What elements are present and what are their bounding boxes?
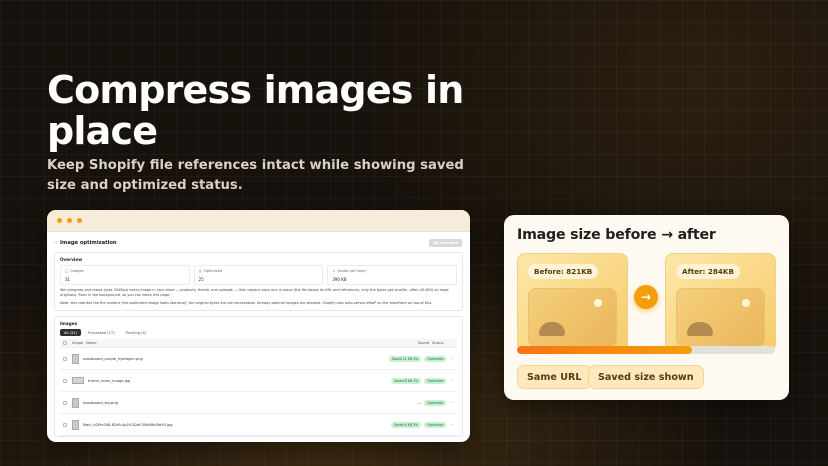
overview-card: Overview ▢ Images 31 ◎ Optimized 25 ↓ Saved… bbox=[54, 252, 463, 311]
column-image: Image bbox=[72, 341, 84, 345]
row-checkbox[interactable] bbox=[63, 356, 67, 361]
more-icon[interactable]: ⋯ bbox=[450, 401, 454, 405]
saved-value: — bbox=[417, 400, 422, 405]
status-badge: Optimized bbox=[424, 421, 447, 428]
row-checkbox[interactable] bbox=[63, 422, 67, 427]
size-progress-bar bbox=[517, 346, 775, 354]
overview-heading: Overview bbox=[60, 257, 83, 262]
thumbnail-icon bbox=[72, 419, 79, 430]
image-tabs: All (31) Processed (27) Pending (4) bbox=[60, 329, 457, 336]
file-name: frame_cover_image.jpg bbox=[88, 378, 131, 383]
before-label: Before: 821KB bbox=[528, 264, 599, 279]
page-header: ‹ Image optimization All unlocked bbox=[54, 236, 463, 252]
tab-pending[interactable]: Pending (4) bbox=[122, 329, 151, 336]
stat-label: Images bbox=[70, 269, 84, 273]
table-row[interactable]: snowboard_sky.png — Optimized ⋯ bbox=[60, 392, 457, 414]
hero-title: Compress images in place bbox=[47, 68, 464, 153]
sun-shape bbox=[742, 299, 750, 307]
saved-percent: 4% bbox=[413, 356, 419, 361]
images-heading: Images bbox=[60, 321, 78, 326]
overview-note: We compress and resize (max 2048px) ever… bbox=[60, 288, 449, 297]
row-checkbox[interactable] bbox=[63, 378, 67, 383]
saved-badge: Saved 8 KB 3% bbox=[390, 377, 422, 384]
saved-percent: 3% bbox=[413, 422, 419, 427]
before-image: Before: 821KB bbox=[517, 253, 628, 352]
tab-all[interactable]: All (31) bbox=[60, 329, 81, 336]
stat-saved: ↓ Saved (all time) 390 KB bbox=[327, 265, 458, 285]
app-content: ‹ Image optimization All unlocked Overvi… bbox=[47, 232, 470, 442]
window-titlebar bbox=[47, 210, 470, 232]
images-card: Images All (31) Processed (27) Pending (… bbox=[54, 316, 463, 437]
stat-images: ▢ Images 31 bbox=[60, 265, 190, 285]
app-window: ‹ Image optimization All unlocked Overvi… bbox=[47, 210, 470, 442]
table-row[interactable]: Main_b2f9c008-82d9-4a20-82af-50df6fb3fe5… bbox=[60, 414, 457, 436]
check-icon: ◎ bbox=[198, 269, 202, 273]
column-name: Name bbox=[86, 341, 97, 345]
saved-badge: Saved 12 KB 4% bbox=[388, 355, 422, 362]
window-dot-icon[interactable] bbox=[67, 218, 72, 223]
after-label: After: 284KB bbox=[676, 264, 740, 279]
page-title: Image optimization bbox=[60, 240, 117, 246]
compare-title: Image size before → after bbox=[517, 227, 716, 243]
after-image: After: 284KB bbox=[665, 253, 776, 352]
thumbnail-icon bbox=[72, 397, 79, 408]
stat-label: Saved (all time) bbox=[337, 269, 366, 273]
saved-text: Saved 6 KB bbox=[393, 422, 412, 427]
saved-text: Saved 8 KB bbox=[393, 378, 412, 383]
hill-shape bbox=[539, 322, 565, 336]
more-icon[interactable]: ⋯ bbox=[450, 357, 454, 361]
saved-badge: Saved 6 KB 3% bbox=[390, 421, 422, 428]
image-icon: ▢ bbox=[65, 269, 69, 273]
column-status: Status bbox=[432, 341, 444, 345]
column-saved: Saved bbox=[418, 341, 430, 345]
file-name: snowboard_purple_hydrogen.png bbox=[83, 356, 143, 361]
saved-percent: 3% bbox=[413, 378, 419, 383]
thumbnail-icon bbox=[72, 377, 84, 384]
table-row[interactable]: frame_cover_image.jpg Saved 8 KB 3% Optimi… bbox=[60, 370, 457, 392]
file-name: Main_b2f9c008-82d9-4a20-82af-50df6fb3fe5… bbox=[83, 422, 173, 427]
photo-icon bbox=[676, 288, 765, 347]
row-checkbox[interactable] bbox=[63, 400, 67, 405]
download-icon: ↓ bbox=[332, 269, 336, 273]
hero-subtitle: Keep Shopify file references intact whil… bbox=[47, 158, 464, 193]
thumbnail-icon bbox=[72, 353, 79, 364]
stat-value: 31 bbox=[65, 277, 71, 282]
more-icon[interactable]: ⋯ bbox=[450, 379, 454, 383]
status-badge: Optimized bbox=[424, 355, 447, 362]
select-all-checkbox[interactable] bbox=[63, 341, 67, 345]
file-name: snowboard_sky.png bbox=[83, 400, 118, 405]
stats-row: ▢ Images 31 ◎ Optimized 25 ↓ Saved (all tim… bbox=[60, 265, 458, 285]
stat-optimized: ◎ Optimized 25 bbox=[193, 265, 324, 285]
overview-warning: Note: this rewrites the file content (th… bbox=[60, 301, 433, 305]
status-badge: Optimized bbox=[424, 399, 447, 406]
window-dot-icon[interactable] bbox=[57, 218, 62, 223]
photo-icon bbox=[528, 288, 617, 347]
chip-saved-size: Saved size shown bbox=[588, 365, 704, 389]
chip-same-url: Same URL bbox=[517, 365, 592, 389]
window-dot-icon[interactable] bbox=[77, 218, 82, 223]
unlock-button[interactable]: All unlocked bbox=[429, 239, 462, 247]
saved-text: Saved 12 KB bbox=[391, 356, 412, 361]
stat-label: Optimized bbox=[203, 269, 223, 273]
table-header: Image Name Saved Status bbox=[60, 339, 457, 348]
compare-card: Image size before → after Before: 821KB … bbox=[504, 215, 789, 400]
table-body: snowboard_purple_hydrogen.png Saved 12 KB… bbox=[60, 348, 457, 436]
hill-shape bbox=[687, 322, 713, 336]
sun-shape bbox=[594, 299, 602, 307]
more-icon[interactable]: ⋯ bbox=[450, 423, 454, 427]
stat-value: 390 KB bbox=[332, 277, 347, 282]
status-badge: Optimized bbox=[424, 377, 447, 384]
stat-value: 25 bbox=[198, 277, 204, 282]
progress-fill bbox=[517, 346, 693, 354]
arrow-right-icon: → bbox=[634, 285, 658, 309]
back-icon[interactable]: ‹ bbox=[55, 240, 57, 246]
table-row[interactable]: snowboard_purple_hydrogen.png Saved 12 KB… bbox=[60, 348, 457, 370]
tab-processed[interactable]: Processed (27) bbox=[84, 329, 119, 336]
